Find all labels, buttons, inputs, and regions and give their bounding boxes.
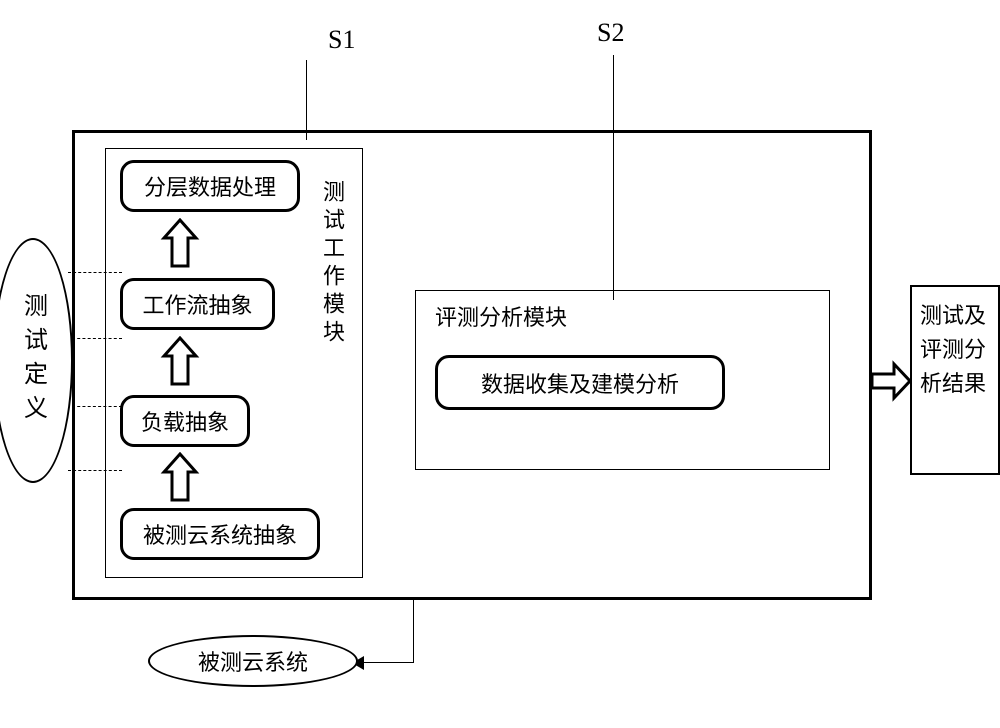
target-cloud-system-ellipse: 被测云系统 [148, 635, 358, 687]
connector-line [360, 662, 414, 663]
stage-label: 负载抽象 [141, 405, 229, 437]
test-definition-ellipse: 测试定义 [0, 238, 73, 483]
right-arrow-icon [870, 360, 912, 402]
stage-load-abstraction: 负载抽象 [120, 395, 250, 447]
eval-inner-label: 数据收集及建模分析 [481, 367, 679, 399]
stage-label: 工作流抽象 [142, 288, 252, 320]
test-work-module-title: 测试工作模块 [320, 180, 348, 348]
leader-line-s1 [306, 60, 307, 140]
output-results-text: 测试及评测分析结果 [920, 299, 990, 401]
output-results-box: 测试及评测分析结果 [910, 285, 1000, 475]
up-arrow-icon [160, 218, 200, 270]
target-cloud-system-text: 被测云系统 [198, 645, 308, 677]
stage-label: 被测云系统抽象 [143, 518, 297, 550]
evaluation-analysis-module-title: 评测分析模块 [435, 300, 567, 332]
up-arrow-icon [160, 336, 200, 388]
label-s1: S1 [328, 25, 355, 55]
stage-workflow-abstraction: 工作流抽象 [120, 278, 275, 330]
stage-cloud-system-abstraction: 被测云系统抽象 [120, 508, 320, 560]
test-definition-text: 测试定义 [16, 293, 51, 429]
stage-layered-data-processing: 分层数据处理 [120, 160, 300, 212]
data-collection-modeling-box: 数据收集及建模分析 [435, 355, 725, 410]
up-arrow-icon [160, 452, 200, 504]
label-s2: S2 [597, 18, 624, 48]
connector-line [413, 600, 414, 662]
stage-label: 分层数据处理 [144, 170, 276, 202]
